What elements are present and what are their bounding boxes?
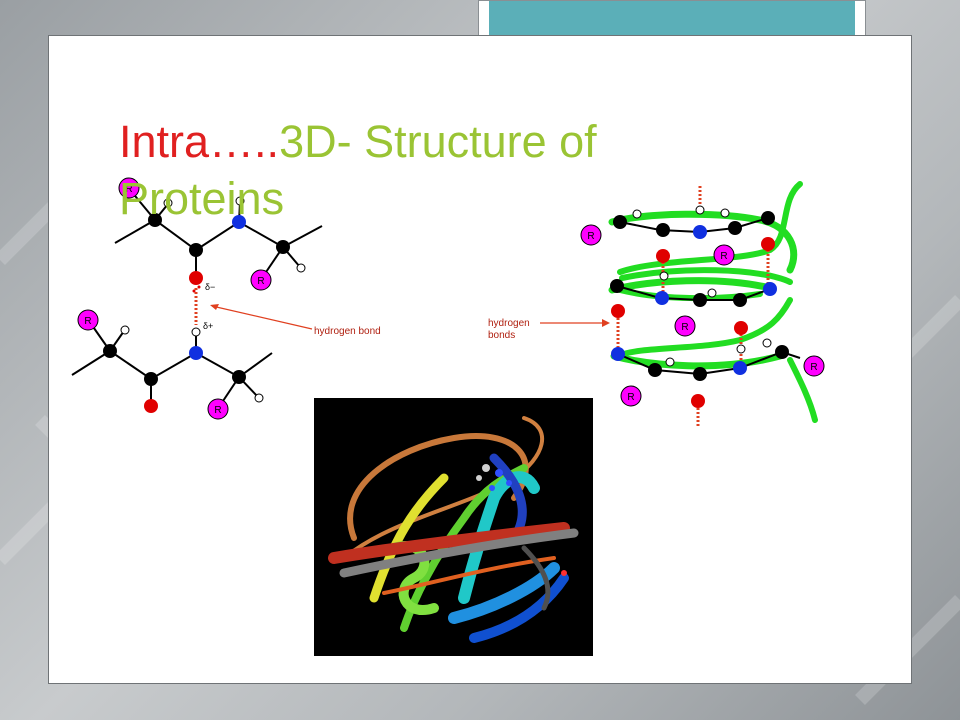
carbon-atom xyxy=(775,345,789,359)
delta-plus-label: δ+ xyxy=(203,321,213,331)
svg-text:R: R xyxy=(627,392,634,403)
carbon-atom xyxy=(733,293,747,307)
oxygen-atom xyxy=(611,304,625,318)
oxygen-atom xyxy=(734,321,748,335)
slide-title: Intra…..3D- Structure of Proteins xyxy=(119,113,719,227)
r-group: R xyxy=(77,309,99,331)
protein-ribbon-image xyxy=(314,398,593,656)
r-group: R xyxy=(713,244,735,266)
hydrogen-atom xyxy=(720,208,730,218)
carbon-atom xyxy=(144,372,158,386)
r-group: R xyxy=(207,398,229,420)
nitrogen-atom xyxy=(611,347,625,361)
hydrogen-bonds-label-line1: hydrogen xyxy=(488,318,530,329)
delta-minus-label: δ− xyxy=(205,282,215,292)
hydrogen-atom xyxy=(659,271,669,281)
nitrogen-atom xyxy=(733,361,747,375)
carbon-atom xyxy=(693,293,707,307)
hydrogen-atom xyxy=(707,288,717,298)
r-group: R xyxy=(620,385,642,407)
svg-text:R: R xyxy=(810,362,817,373)
r-group: R xyxy=(580,224,602,246)
svg-text:R: R xyxy=(257,276,264,287)
carbon-atom xyxy=(189,243,203,257)
svg-text:R: R xyxy=(84,316,91,327)
hydrogen-atom xyxy=(665,357,675,367)
carbon-atom xyxy=(610,279,624,293)
carbon-atom xyxy=(103,344,117,358)
oxygen-atom xyxy=(656,249,670,263)
svg-text:R: R xyxy=(587,231,594,242)
nitrogen-atom xyxy=(693,225,707,239)
carbon-atom xyxy=(276,240,290,254)
r-group: R xyxy=(250,269,272,291)
hydrogen-atom xyxy=(736,344,746,354)
carbon-atom xyxy=(648,363,662,377)
oxygen-atom xyxy=(761,237,775,251)
nitrogen-atom xyxy=(189,346,203,360)
carbon-atom xyxy=(728,221,742,235)
oxygen-atom xyxy=(691,394,705,408)
svg-text:R: R xyxy=(214,405,221,416)
carbon-atom xyxy=(693,367,707,381)
svg-text:R: R xyxy=(720,251,727,262)
hydrogen-atom xyxy=(191,327,201,337)
carbon-atom xyxy=(232,370,246,384)
oxygen-atom xyxy=(144,399,158,413)
oxygen-atom xyxy=(189,271,203,285)
r-group: R xyxy=(674,315,696,337)
hydrogen-atom xyxy=(762,338,772,348)
carbon-atom xyxy=(761,211,775,225)
hydrogen-atom xyxy=(120,325,130,335)
nitrogen-atom xyxy=(655,291,669,305)
r-group: R xyxy=(803,355,825,377)
hydrogen-atom xyxy=(254,393,264,403)
hydrogen-bonds-label-line2: bonds xyxy=(488,330,515,341)
svg-text:R: R xyxy=(681,322,688,333)
hydrogen-atom xyxy=(296,263,306,273)
hydrogen-bond-arrow xyxy=(211,305,313,330)
hydrogen-bond-label: hydrogen bond xyxy=(314,326,381,337)
slide-title-prefix: Intra….. xyxy=(119,116,280,167)
nitrogen-atom xyxy=(763,282,777,296)
